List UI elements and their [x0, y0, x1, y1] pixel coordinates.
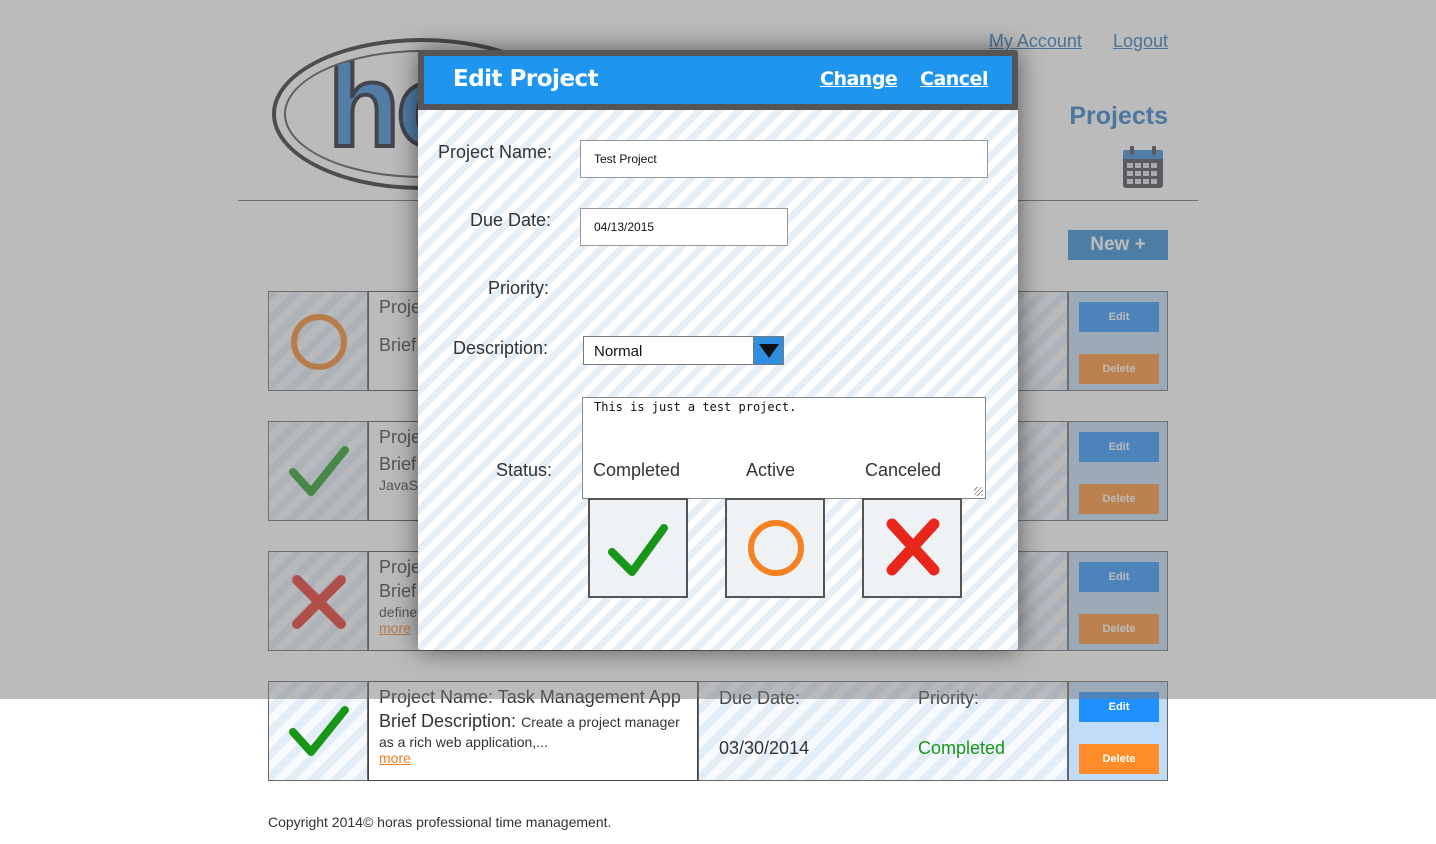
circle-icon [748, 520, 804, 576]
check-icon [289, 706, 349, 756]
check-icon [608, 524, 668, 576]
status-canceled-option[interactable] [862, 498, 962, 598]
status-active-option[interactable] [725, 498, 825, 598]
dialog-body: Project Name: Due Date: Priority: Normal… [418, 110, 1018, 650]
priority-label: Priority: [488, 278, 550, 298]
due-date-input[interactable] [580, 208, 788, 246]
dialog-header-bar: Edit Project Change Cancel [424, 56, 1012, 104]
description-label: Description: [453, 338, 549, 358]
brief-description-cont: as a rich web application,... [379, 734, 548, 750]
description-textarea[interactable]: This is just a test project. [582, 397, 986, 499]
priority-select[interactable]: Normal [583, 336, 784, 365]
brief-description: Brief Description: Create a project mana… [379, 711, 687, 732]
description-text: This is just a test project. [594, 400, 797, 414]
priority-selected-value: Normal [594, 343, 643, 360]
brief-description-text: Create a project manager [521, 714, 680, 730]
x-icon [886, 518, 940, 576]
brief-description-label: Brief Description: [379, 711, 517, 731]
edit-project-dialog: Edit Project Change Cancel Project Name:… [418, 50, 1018, 650]
status-label: Status: [496, 460, 553, 480]
more-link[interactable]: more [379, 750, 687, 766]
dialog-title: Edit Project [453, 66, 599, 92]
project-name-input[interactable] [580, 140, 988, 178]
delete-button[interactable]: Delete [1079, 744, 1159, 774]
status-completed-label: Completed [593, 460, 681, 480]
project-name-label: Project Name: [438, 142, 553, 162]
due-date-value: 03/30/2014 [719, 738, 810, 758]
dialog-header: Edit Project Change Cancel [418, 50, 1018, 110]
due-date-label: Due Date: [470, 210, 552, 230]
status-active-label: Active [746, 460, 796, 480]
status-canceled-label: Canceled [865, 460, 942, 480]
footer-copyright: Copyright 2014© horas professional time … [268, 814, 612, 830]
priority-value: Completed [918, 738, 1006, 758]
chevron-down-icon[interactable] [753, 337, 783, 364]
cancel-button[interactable]: Cancel [920, 68, 988, 90]
resize-handle[interactable] [974, 487, 983, 496]
change-button[interactable]: Change [820, 68, 898, 90]
status-completed-option[interactable] [588, 498, 688, 598]
